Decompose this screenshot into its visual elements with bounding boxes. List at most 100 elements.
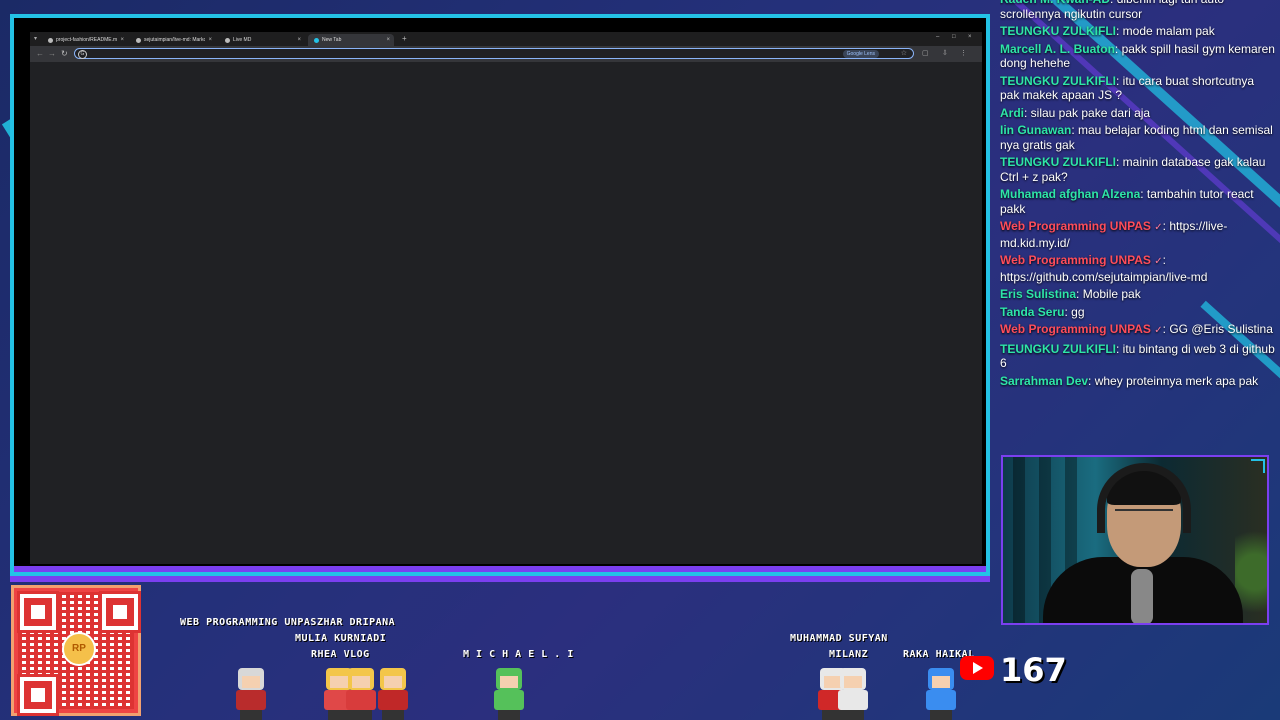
google-lens-button[interactable]: Google Lens: [842, 50, 879, 58]
chat-message: TEUNGKU ZULKIFLI: mainin database gak ka…: [1000, 155, 1266, 184]
chat-username[interactable]: Raden M. Kwan-AD: [1000, 0, 1110, 6]
chat-username[interactable]: Iin Gunawan: [1000, 123, 1071, 137]
tab-bar: ▾ project-fashion/README.md at ... × sej…: [30, 32, 982, 46]
verified-badge-icon: ✓: [1154, 325, 1163, 336]
chat-message: Raden M. Kwan-AD: dibenin lagi tuh auto …: [1000, 0, 1275, 21]
chat-username[interactable]: Sarrahman Dev: [1000, 374, 1088, 388]
chat-username[interactable]: Web Programming UNPAS: [1000, 219, 1151, 233]
pixel-character: [230, 668, 270, 720]
menu-icon[interactable]: ⋮: [960, 49, 967, 57]
forward-icon[interactable]: →: [48, 49, 56, 58]
chat-message: Web Programming UNPAS ✓: GG @Eris Sulist…: [1000, 322, 1273, 336]
character-legs: [930, 710, 952, 720]
qr-logo: RP: [62, 632, 96, 666]
chat-message: Web Programming UNPAS ✓: https://github.…: [1000, 253, 1208, 284]
chat-text: GG @Eris Sulistina: [1169, 322, 1273, 336]
globe-icon: [225, 37, 230, 43]
close-tab-icon[interactable]: ×: [297, 37, 305, 43]
supporter-name: MILANZ: [829, 649, 869, 660]
chat-username[interactable]: TEUNGKU ZULKIFLI: [1000, 155, 1116, 169]
extensions-icon[interactable]: ▢: [922, 49, 929, 57]
chat-message: Web Programming UNPAS ✓: https://live-md…: [1000, 219, 1228, 250]
screen-share-frame: ▾ project-fashion/README.md at ... × sej…: [10, 14, 990, 576]
maximize-icon[interactable]: □: [952, 34, 956, 40]
acoustic-panel: [1013, 457, 1025, 623]
chat-message: TEUNGKU ZULKIFLI: itu bintang di web 3 d…: [1000, 341, 1275, 371]
chat-username[interactable]: Web Programming UNPAS: [1000, 322, 1151, 336]
webcam-feed: [1001, 455, 1269, 625]
pixel-character: [920, 668, 960, 720]
tab-new-tab[interactable]: New Tab ×: [308, 34, 394, 46]
pixel-character: [372, 668, 412, 720]
chat-username[interactable]: Marcell A. L. Buaton: [1000, 42, 1115, 56]
bookmark-star-icon[interactable]: ☆: [901, 49, 907, 57]
character-torso: [494, 690, 524, 710]
tab-title: Live MD: [233, 37, 252, 43]
chat-message: TEUNGKU ZULKIFLI: itu cara buat shortcut…: [1000, 73, 1255, 103]
tab-title: sejutaimpian/live-md: Markdo...: [144, 37, 206, 43]
chat-username[interactable]: TEUNGKU ZULKIFLI: [1000, 74, 1116, 88]
character-legs: [498, 710, 520, 720]
tab-live-md-repo[interactable]: sejutaimpian/live-md: Markdo... ×: [130, 34, 216, 46]
chat-message: Marcell A. L. Buaton: pakk spill hasil g…: [1000, 41, 1275, 71]
address-bar[interactable]: G Google Lens ☆: [74, 48, 914, 59]
close-window-icon[interactable]: ×: [968, 34, 972, 40]
github-icon: [48, 37, 53, 43]
chat-message: Iin Gunawan: mau belajar koding html dan…: [1000, 123, 1273, 152]
tab-search-button[interactable]: ▾: [34, 35, 37, 42]
tab-project-fashion[interactable]: project-fashion/README.md at ... ×: [42, 34, 128, 46]
chat-message: Eris Sulistina: Mobile pak: [1000, 287, 1141, 301]
chat-username[interactable]: Tanda Seru: [1000, 305, 1064, 319]
frame-corner: [1251, 459, 1265, 473]
chat-username[interactable]: Ardi: [1000, 106, 1024, 120]
verified-badge-icon: ✓: [1154, 222, 1163, 233]
pixel-character: [832, 668, 872, 720]
chat-message: Tanda Seru: gg: [1000, 304, 1085, 319]
character-torso: [378, 690, 408, 710]
new-tab-page: [30, 62, 982, 564]
qr-finder: [102, 594, 138, 630]
tab-title: project-fashion/README.md at ...: [56, 37, 118, 43]
character-torso: [926, 690, 956, 710]
headphones: [1097, 463, 1191, 533]
close-tab-icon[interactable]: ×: [120, 37, 128, 43]
character-legs: [350, 710, 372, 720]
character-face: [500, 676, 518, 688]
supporter-name: WEB PROGRAMMING UNPASZHAR DRIPANA: [180, 617, 396, 628]
close-tab-icon[interactable]: ×: [386, 37, 394, 43]
chat-text: gg: [1071, 304, 1085, 319]
character-legs: [240, 710, 262, 720]
back-icon[interactable]: ←: [36, 49, 44, 58]
github-icon: [136, 37, 141, 43]
close-tab-icon[interactable]: ×: [208, 37, 216, 43]
tab-live-md[interactable]: Live MD ×: [219, 34, 305, 46]
microphone: [1131, 569, 1153, 623]
chat-username[interactable]: TEUNGKU ZULKIFLI: [1000, 342, 1116, 356]
qr-code: RP: [11, 585, 141, 716]
download-icon[interactable]: ⇩: [942, 49, 948, 57]
chat-message: Muhamad afghan Alzena: tambahin tutor re…: [1000, 187, 1254, 216]
character-face: [242, 676, 260, 688]
chat-username[interactable]: Web Programming UNPAS: [1000, 253, 1151, 267]
chat-username[interactable]: Muhamad afghan Alzena: [1000, 187, 1140, 201]
character-legs: [842, 710, 864, 720]
chat-message: Sarrahman Dev: whey proteinnya merk apa …: [1000, 373, 1259, 388]
chat-username[interactable]: Eris Sulistina: [1000, 287, 1076, 301]
minimize-icon[interactable]: –: [936, 34, 939, 40]
youtube-icon: [960, 656, 994, 680]
new-tab-button[interactable]: +: [402, 34, 407, 43]
tab-title: New Tab: [322, 37, 342, 43]
chat-message: TEUNGKU ZULKIFLI: mode malam pak: [1000, 24, 1215, 38]
chrome-icon: [314, 37, 319, 43]
browser-toolbar: ← → ↻ G Google Lens ☆ ▢ ⇩ ⋮: [30, 46, 982, 62]
chat-text: https://github.com/sejutaimpian/live-md: [1000, 269, 1208, 284]
reload-icon[interactable]: ↻: [61, 49, 68, 58]
supporter-name: MULIA KURNIADI: [295, 633, 387, 644]
chat-username[interactable]: TEUNGKU ZULKIFLI: [1000, 24, 1116, 38]
verified-badge-icon: ✓: [1154, 256, 1163, 267]
qr-finder: [20, 677, 56, 713]
character-face: [844, 676, 862, 688]
supporter-name: M I C H A E L . I: [463, 649, 574, 660]
chat-text: Mobile pak: [1082, 287, 1141, 301]
character-torso: [838, 690, 868, 710]
